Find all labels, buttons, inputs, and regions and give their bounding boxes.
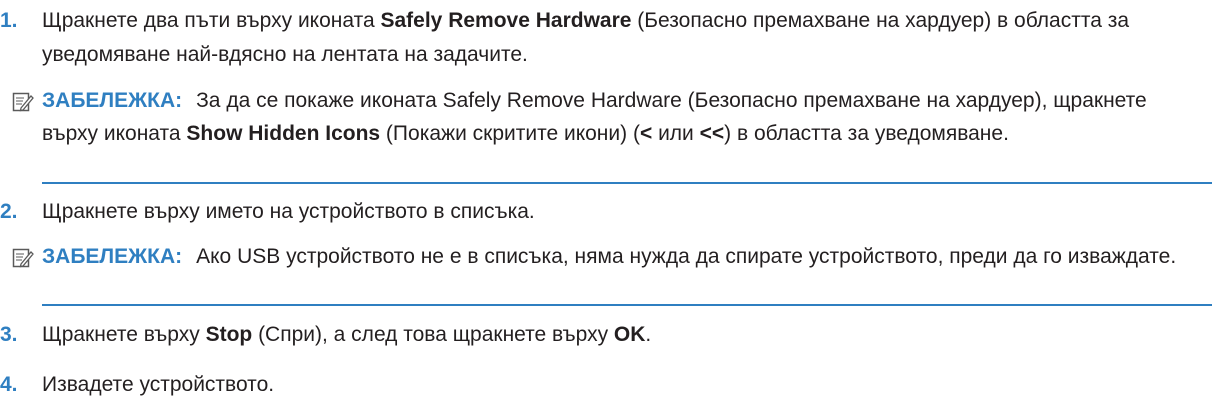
note-pencil-icon — [12, 248, 34, 268]
note-text: ЗАБЕЛЕЖКА: Ако USB устройството не е в сп… — [42, 245, 1177, 268]
step-text: Щракнете върху името на устройството в с… — [42, 200, 535, 223]
ui-term: Stop — [205, 323, 253, 346]
document-page: { "steps": [ { "number": "1.", "text_a":… — [0, 0, 1223, 418]
step-number: 4. — [0, 373, 18, 396]
step-text: Щракнете върху Stop (Спри), а след това … — [42, 323, 652, 346]
note-label: ЗАБЕЛЕЖКА: — [42, 245, 183, 268]
ui-term: OK — [613, 323, 646, 346]
note-text: ЗАБЕЛЕЖКА: За да се покаже иконата Safely… — [42, 89, 1147, 145]
note-pencil-icon — [12, 92, 34, 112]
step-number: 2. — [0, 200, 18, 223]
note-label: ЗАБЕЛЕЖКА: — [42, 89, 183, 112]
step-number: 1. — [0, 9, 18, 32]
note-divider — [42, 304, 1212, 306]
step-text: Щракнете два пъти върху иконата Safely R… — [42, 9, 1130, 66]
note-divider — [42, 182, 1212, 184]
ui-term: Show Hidden Icons — [186, 122, 381, 145]
step-text: Извадете устройството. — [42, 373, 275, 396]
ui-term: Safely Remove Hardware — [380, 9, 632, 32]
step-number: 3. — [0, 323, 18, 346]
